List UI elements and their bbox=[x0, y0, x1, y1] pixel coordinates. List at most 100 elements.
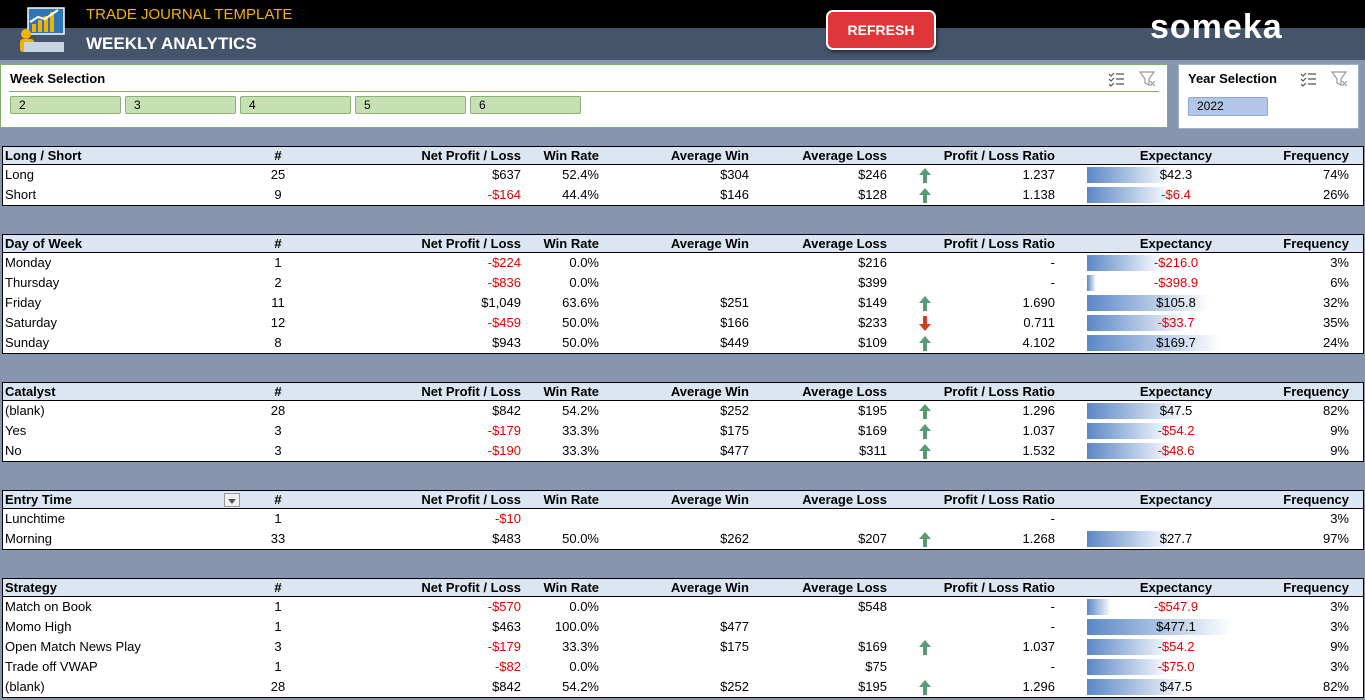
frequency-header: Frequency bbox=[1283, 384, 1349, 399]
average-win-value: $252 bbox=[720, 403, 749, 418]
average-win-value: $251 bbox=[720, 295, 749, 310]
table-entry-time: Entry Time # Net Profit / Loss Win Rate Aver… bbox=[2, 490, 1364, 550]
win-rate-value: 33.3% bbox=[562, 443, 599, 458]
week-items: 23456 bbox=[10, 96, 581, 114]
table-row: Trade off VWAP 1 -$82 0.0% $75- -$75.0 3% bbox=[3, 657, 1363, 677]
count-header: # bbox=[274, 384, 282, 399]
pl-ratio-value: - bbox=[1050, 511, 1055, 526]
week-item-2[interactable]: 2 bbox=[10, 96, 121, 114]
win-rate-header: Win Rate bbox=[543, 236, 600, 251]
pl-ratio-header: Profit / Loss Ratio bbox=[943, 580, 1055, 595]
table-catalyst: Catalyst # Net Profit / Loss Win Rate Averag… bbox=[2, 382, 1364, 462]
refresh-button[interactable]: REFRESH bbox=[826, 10, 936, 50]
expectancy-cell: $47.5 bbox=[1086, 401, 1266, 421]
win-rate-value: 0.0% bbox=[569, 599, 599, 614]
expectancy-value: -$33.7 bbox=[1157, 315, 1195, 330]
pl-ratio-value: 1.296 bbox=[1022, 403, 1055, 418]
net-profit-value: -$224 bbox=[487, 255, 521, 270]
row-label: No bbox=[5, 443, 22, 458]
net-profit-value: $842 bbox=[492, 679, 521, 694]
week-item-5[interactable]: 5 bbox=[355, 96, 466, 114]
average-loss-value: $169 bbox=[858, 639, 887, 654]
trade-count: 2 bbox=[274, 275, 282, 290]
expectancy-cell: $42.3 bbox=[1086, 165, 1266, 185]
row-label: Lunchtime bbox=[5, 511, 65, 526]
trade-count: 1 bbox=[274, 599, 282, 614]
clear-filter-icon[interactable] bbox=[1139, 70, 1157, 88]
table-header-row: Day of Week # Net Profit / Loss Win Rate Ave… bbox=[3, 235, 1363, 253]
pl-ratio-value: - bbox=[1050, 275, 1055, 290]
expectancy-cell: -$33.7 bbox=[1086, 313, 1266, 333]
pl-ratio-header: Profit / Loss Ratio bbox=[943, 236, 1055, 251]
average-loss-header: Average Loss bbox=[802, 580, 887, 595]
net-profit-value: $1,049 bbox=[481, 295, 521, 310]
trade-count: 11 bbox=[271, 295, 285, 310]
net-profit-value: $637 bbox=[492, 167, 521, 182]
win-rate-value: 0.0% bbox=[569, 275, 599, 290]
expectancy-value: -$547.9 bbox=[1153, 599, 1199, 614]
average-win-value: $449 bbox=[720, 335, 749, 350]
week-item-3[interactable]: 3 bbox=[125, 96, 236, 114]
expectancy-cell: $477.1 bbox=[1086, 617, 1266, 637]
pl-ratio-value: - bbox=[1050, 659, 1055, 674]
pl-ratio-header: Profit / Loss Ratio bbox=[943, 384, 1055, 399]
week-item-6[interactable]: 6 bbox=[470, 96, 581, 114]
multi-select-icon[interactable] bbox=[1299, 70, 1317, 88]
expectancy-cell: -$547.9 bbox=[1086, 597, 1266, 617]
trade-count: 3 bbox=[274, 423, 282, 438]
pl-ratio-value: 1.690 bbox=[1022, 295, 1055, 310]
frequency-header: Frequency bbox=[1283, 236, 1349, 251]
filter-dropdown-icon[interactable] bbox=[224, 493, 240, 507]
count-header: # bbox=[274, 236, 282, 251]
expectancy-value: $105.8 bbox=[1156, 295, 1196, 310]
row-label: Short bbox=[5, 187, 37, 202]
average-loss-header: Average Loss bbox=[802, 492, 887, 507]
year-item-2022[interactable]: 2022 bbox=[1188, 97, 1268, 116]
expectancy-cell: -$6.4 bbox=[1086, 185, 1266, 205]
net-profit-header: Net Profit / Loss bbox=[421, 384, 521, 399]
trade-count: 1 bbox=[274, 511, 282, 526]
pl-ratio-value: 1.237 bbox=[1022, 167, 1055, 182]
net-profit-value: $842 bbox=[492, 403, 521, 418]
expectancy-header: Expectancy bbox=[1139, 236, 1213, 251]
row-label: (blank) bbox=[5, 403, 45, 418]
week-item-4[interactable]: 4 bbox=[240, 96, 351, 114]
average-win-value: $262 bbox=[720, 531, 749, 546]
net-profit-header: Net Profit / Loss bbox=[421, 148, 521, 163]
table-row: Monday 1 -$224 0.0% $216- -$216.0 3% bbox=[3, 253, 1363, 273]
row-label: Saturday bbox=[5, 315, 58, 330]
table-title: Catalyst bbox=[5, 384, 56, 399]
win-rate-value: 50.0% bbox=[562, 335, 599, 350]
row-label: Long bbox=[5, 167, 34, 182]
expectancy-cell: -$216.0 bbox=[1086, 253, 1266, 273]
average-win-value: $175 bbox=[720, 423, 749, 438]
average-win-header: Average Win bbox=[670, 580, 749, 595]
trade-count: 3 bbox=[274, 639, 282, 654]
arrow-up-icon bbox=[917, 165, 933, 185]
clear-filter-icon[interactable] bbox=[1331, 70, 1349, 88]
pl-ratio-value: 1.296 bbox=[1022, 679, 1055, 694]
win-rate-value: 100.0% bbox=[554, 619, 599, 634]
average-loss-value: $195 bbox=[858, 403, 887, 418]
expectancy-value: $47.5 bbox=[1159, 403, 1193, 418]
trade-count: 1 bbox=[274, 619, 282, 634]
average-win-header: Average Win bbox=[670, 492, 749, 507]
expectancy-header: Expectancy bbox=[1139, 492, 1213, 507]
arrow-up-icon bbox=[917, 185, 933, 205]
year-selection-slicer: Year Selection 2022 bbox=[1178, 64, 1359, 129]
arrow-down-icon bbox=[917, 313, 933, 333]
multi-select-icon[interactable] bbox=[1107, 70, 1125, 88]
expectancy-cell bbox=[1086, 509, 1266, 529]
table-title: Entry Time bbox=[5, 492, 72, 507]
trade-count: 9 bbox=[274, 187, 282, 202]
average-win-value: $146 bbox=[720, 187, 749, 202]
table-strategy: Strategy # Net Profit / Loss Win Rate Averag… bbox=[2, 578, 1364, 698]
expectancy-value: -$6.4 bbox=[1161, 187, 1191, 202]
win-rate-value: 0.0% bbox=[569, 255, 599, 270]
header-bar: TRADE JOURNAL TEMPLATE WEEKLY ANALYTICS … bbox=[0, 0, 1365, 60]
frequency-value: 3% bbox=[1330, 511, 1349, 526]
expectancy-cell: -$54.2 bbox=[1086, 637, 1266, 657]
table-header-row: Entry Time # Net Profit / Loss Win Rate Aver… bbox=[3, 491, 1363, 509]
net-profit-header: Net Profit / Loss bbox=[421, 580, 521, 595]
win-rate-header: Win Rate bbox=[543, 492, 600, 507]
